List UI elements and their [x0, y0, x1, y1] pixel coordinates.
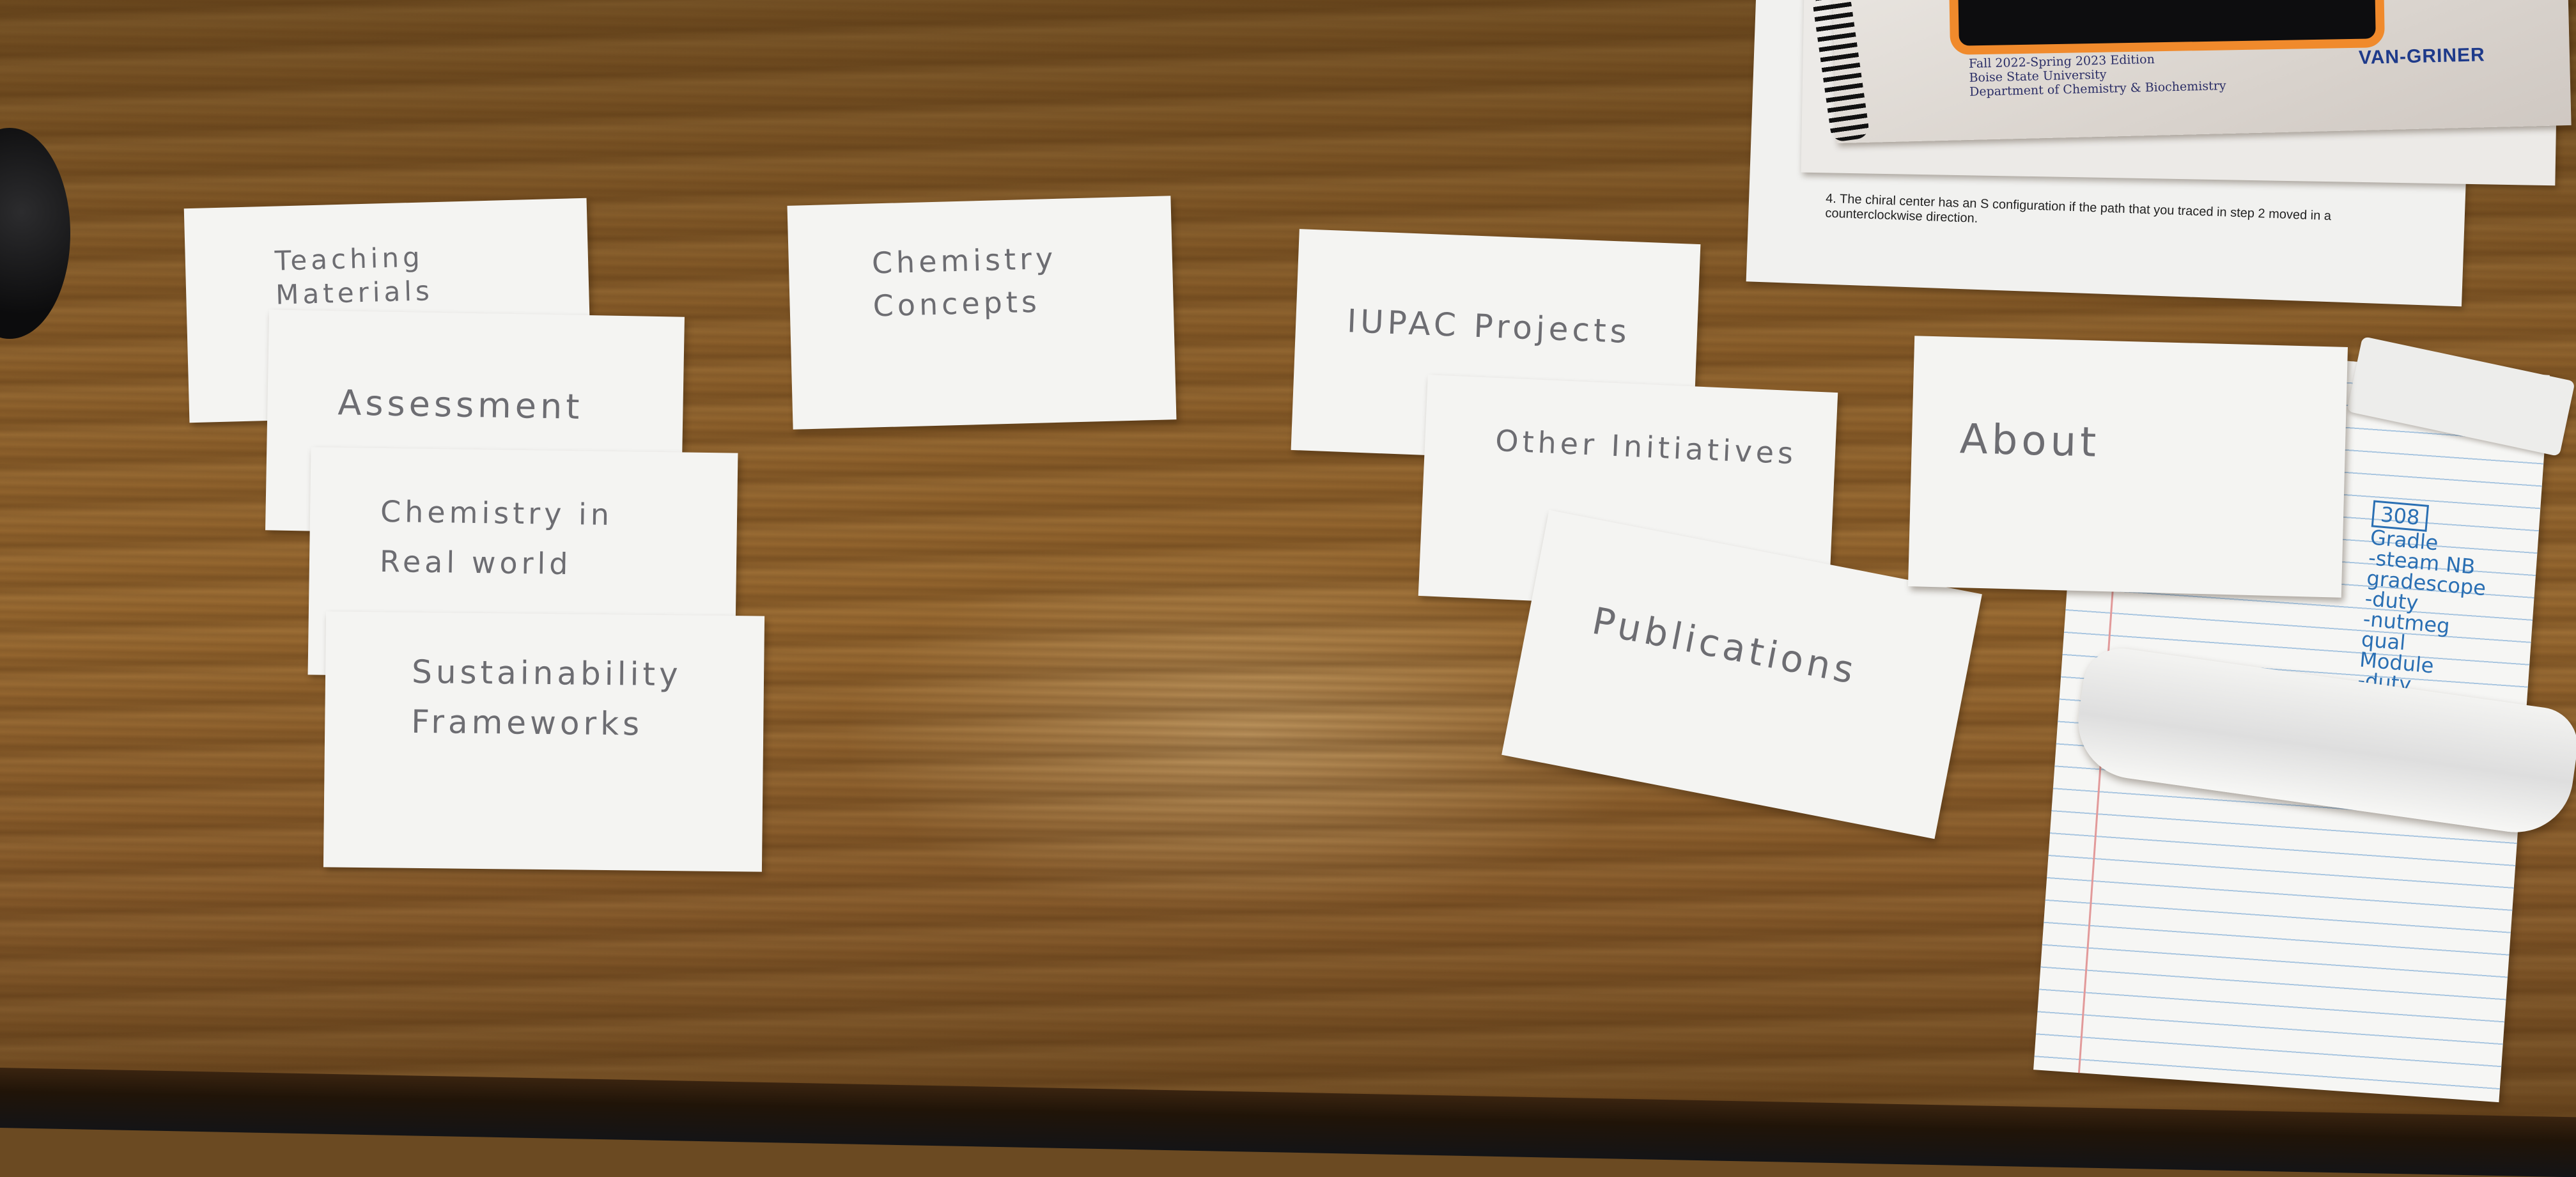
card-label: Teaching Materials: [274, 241, 434, 311]
publisher-logo: VAN-GRINER: [2358, 44, 2486, 69]
worksheet-step-text: 4. The chiral center has an S configurat…: [1825, 191, 2332, 226]
card-label: Assessment: [337, 382, 584, 427]
card-label: IUPAC Projects: [1346, 302, 1631, 351]
note-room-number: 308: [2371, 500, 2430, 532]
card-label: Chemistry in Real world: [379, 494, 614, 582]
card-about[interactable]: About: [1907, 336, 2348, 598]
card-label: Publications: [1588, 598, 1861, 693]
card-chemistry-concepts[interactable]: Chemistry Concepts: [787, 196, 1177, 430]
card-label: Other Initiatives: [1494, 423, 1798, 471]
card-sustainability[interactable]: Sustainability Frameworks: [323, 611, 765, 872]
smartphone: [1949, 0, 2385, 55]
card-label: Sustainability Frameworks: [411, 653, 682, 743]
card-label: Chemistry Concepts: [871, 240, 1057, 323]
card-label: About: [1959, 416, 2101, 467]
handwritten-notes: 308 Gradle -steam NB gradescope -duty -n…: [2357, 500, 2492, 700]
